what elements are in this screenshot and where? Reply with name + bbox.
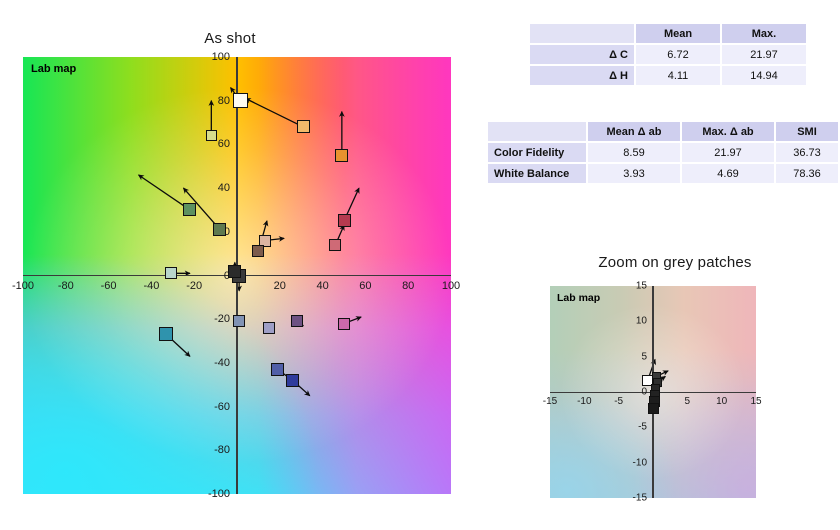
zoom-grey-patches-chart: Zoom on grey patches Lab map -15 -10 -5 5 10…	[520, 240, 840, 530]
table1-dc-max: 21.97	[722, 45, 806, 64]
x-tick--80: -80	[57, 279, 74, 292]
table2-row-label-color-fidelity: Color Fidelity	[488, 143, 586, 162]
table1-dc-mean: 6.72	[636, 45, 720, 64]
lab-map-label: Lab map	[31, 63, 77, 75]
x-tick-5: 5	[684, 396, 691, 407]
x-tick--60: -60	[100, 279, 117, 292]
table1-header-mean: Mean	[636, 24, 720, 43]
x-tick--20: -20	[186, 279, 203, 292]
table2-header-mean-dab: Mean Δ ab	[588, 122, 680, 141]
patch-marker	[183, 203, 197, 217]
y-tick-80: 80	[217, 94, 230, 107]
table2-wb-smi: 78.36	[776, 164, 838, 183]
patch-marker	[329, 238, 342, 251]
patch-marker	[159, 327, 174, 342]
y-tick-40: 40	[217, 182, 230, 195]
x-tick--5: -5	[614, 396, 624, 407]
table2-cf-smi: 36.73	[776, 143, 838, 162]
patch-marker	[335, 148, 349, 162]
x-tick--100: -100	[11, 279, 35, 292]
patch-marker	[648, 403, 660, 415]
patch-marker	[252, 245, 265, 258]
patch-marker	[263, 321, 276, 334]
x-tick--15: -15	[542, 396, 558, 407]
y-tick-60: 60	[217, 138, 230, 151]
y-tick-15: 15	[635, 280, 647, 292]
x-tick-15: 15	[750, 396, 762, 407]
table1-corner	[530, 24, 634, 43]
table1-row-label-dc: Δ C	[530, 45, 634, 64]
table1-dh-mean: 4.11	[636, 66, 720, 85]
y-tick--15: -15	[632, 492, 647, 504]
table2-wb-mean: 3.93	[588, 164, 680, 183]
x-tick--40: -40	[143, 279, 160, 292]
y-tick--5: -5	[638, 421, 647, 433]
y-tick--60: -60	[214, 400, 230, 413]
x-tick-10: 10	[716, 396, 728, 407]
patch-marker	[338, 317, 350, 330]
table1-header-max: Max.	[722, 24, 806, 43]
y-tick-100: 100	[211, 51, 230, 63]
as-shot-chart: As shot Lab map -100 -80 -60 -40 -20 20 40 60 80…	[0, 0, 470, 530]
patch-marker	[233, 315, 246, 328]
table2-row-label-white-balance: White Balance	[488, 164, 586, 183]
fidelity-table: Mean Δ ab Max. Δ ab SMI Color Fidelity 8…	[486, 120, 840, 185]
table-row: Δ C 6.72 21.97	[530, 45, 806, 64]
zoom-chart-title: Zoom on grey patches	[598, 254, 752, 271]
y-tick--40: -40	[214, 356, 230, 369]
y-tick-0: 0	[641, 386, 647, 398]
table2-header-smi: SMI	[776, 122, 838, 141]
x-tick--10: -10	[577, 396, 592, 407]
delta-ch-table: Mean Max. Δ C 6.72 21.97 Δ H 4.11 14.94	[528, 22, 808, 87]
x-tick-60: 60	[359, 279, 372, 292]
x-tick-80: 80	[402, 279, 415, 292]
y-tick-10: 10	[635, 315, 647, 327]
y-tick--20: -20	[214, 313, 230, 326]
table2-header-max-dab: Max. Δ ab	[682, 122, 774, 141]
table2-cf-max: 21.97	[682, 143, 774, 162]
patch-marker	[164, 267, 177, 280]
patch-marker	[213, 223, 227, 237]
table-row: Δ H 4.11 14.94	[530, 66, 806, 85]
x-tick-100: 100	[441, 279, 461, 292]
table2-cf-mean: 8.59	[588, 143, 680, 162]
patch-marker	[232, 93, 248, 109]
table-row: White Balance 3.93 4.69 78.36	[488, 164, 838, 183]
table-header-row: Mean Max.	[530, 24, 806, 43]
patch-marker	[228, 264, 242, 278]
table2-corner	[488, 122, 586, 141]
patch-marker	[286, 373, 300, 387]
table-row: Color Fidelity 8.59 21.97 36.73	[488, 143, 838, 162]
patch-marker	[337, 214, 351, 228]
y-tick--10: -10	[632, 457, 647, 469]
table-header-row: Mean Δ ab Max. Δ ab SMI	[488, 122, 838, 141]
patch-marker	[290, 315, 303, 328]
patch-marker	[205, 130, 217, 142]
x-tick-20: 20	[273, 279, 286, 292]
table2-wb-max: 4.69	[682, 164, 774, 183]
zoom-lab-map-label: Lab map	[557, 292, 601, 304]
patch-marker	[296, 120, 310, 134]
table1-dh-max: 14.94	[722, 66, 806, 85]
y-tick-5: 5	[641, 351, 647, 363]
table1-row-label-dh: Δ H	[530, 66, 634, 85]
y-tick--80: -80	[214, 444, 230, 457]
patch-marker	[271, 362, 285, 376]
main-chart-title: As shot	[204, 30, 256, 47]
x-tick-40: 40	[316, 279, 329, 292]
y-tick--100: -100	[207, 488, 230, 500]
